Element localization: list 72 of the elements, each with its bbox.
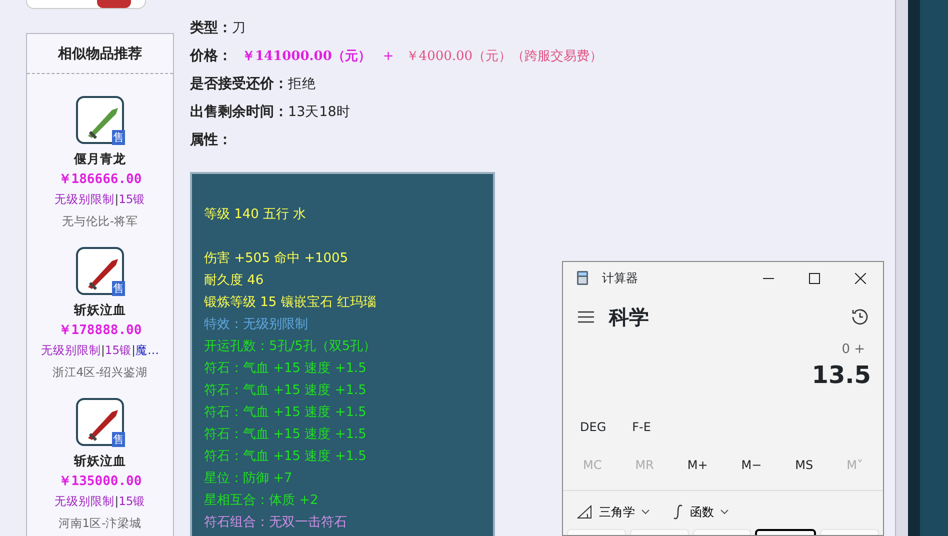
fee-value: ￥4000.00（元）（跨服交易费）	[406, 48, 603, 66]
attribute-line: 特效：无级别限制	[204, 316, 309, 334]
field-label: 出售剩余时间：	[190, 103, 288, 122]
item-tag: 15锻	[118, 192, 146, 206]
item-tag: |	[101, 343, 105, 358]
mode-toggle[interactable]: F-E	[632, 418, 651, 436]
display-value: 13.5	[810, 360, 872, 390]
memory-button[interactable]: M+	[685, 454, 710, 476]
item-name[interactable]: 斩妖泣血	[74, 452, 126, 471]
item-tag: 15锻	[104, 343, 132, 358]
attribute-line: 符石：气血 +15 速度 +1.5	[204, 448, 368, 466]
item-tag: 魔…	[135, 343, 159, 358]
item-thumbnail[interactable]: 售	[76, 247, 124, 295]
attribute-line: 锻炼等级 15 镶嵌宝石 红玛瑙	[204, 294, 377, 312]
chevron-down-icon	[641, 508, 650, 514]
field-label: 属性：	[190, 131, 232, 150]
attribute-line: 符石：气血 +15 速度 +1.5	[204, 382, 368, 400]
sale-badge: 售	[112, 281, 125, 296]
item-tag: 无级别限制	[41, 343, 102, 358]
sale-badge: 售	[112, 432, 125, 447]
item-price: ￥178888.00	[58, 322, 142, 340]
field-label: 价格：	[190, 47, 232, 66]
expression-text: 0 +	[840, 341, 866, 359]
mode-toggle[interactable]: DEG	[580, 418, 606, 436]
attribute-line: 耐久度 46	[204, 272, 265, 290]
attribute-line: 星位：防御 +7	[204, 470, 294, 488]
item-tag: 15锻	[118, 494, 146, 508]
item-tag: 无级别限制	[54, 192, 115, 206]
field-label: 是否接受还价：	[190, 75, 288, 94]
attribute-line: 符石：气血 +15 速度 +1.5	[204, 426, 368, 444]
server-name: 浙江4区-绍兴鉴湖	[52, 364, 148, 380]
server-name: 河南1区-汴梁城	[58, 514, 142, 532]
memory-button[interactable]: MS	[793, 454, 816, 476]
item-thumbnail[interactable]: 售	[76, 398, 124, 446]
item-tag: |	[114, 192, 119, 206]
menu-icon[interactable]	[577, 310, 595, 324]
attribute-line: 开运孔数：5孔/5孔（双5孔）	[204, 338, 378, 356]
attribute-line: 符石：气血 +15 速度 +1.5	[204, 404, 368, 422]
item-name[interactable]: 偃月青龙	[74, 150, 126, 169]
item-name[interactable]: 斩妖泣血	[74, 301, 126, 320]
window-title: 计算器	[602, 270, 639, 287]
sale-badge: 售	[112, 130, 125, 145]
attribute-line: 伤害 +505 命中 +1005	[204, 250, 350, 268]
maximize-icon	[808, 272, 820, 284]
attribute-line: 星相互合：体质 +2	[204, 492, 320, 510]
attribute-line: 符石：气血 +15 速度 +1.5	[204, 360, 368, 378]
mode-title: 科学	[609, 304, 650, 331]
attribute-line: 等级 140 五行 水	[204, 206, 308, 224]
field-value: 刀	[232, 19, 246, 38]
triangle-icon	[577, 504, 593, 518]
plus-sign: +	[382, 48, 394, 66]
panel-title: 相似物品推荐	[27, 34, 173, 74]
server-name: 无与伦比-将军	[62, 212, 138, 230]
item-tag: |	[114, 494, 119, 508]
function-icon	[672, 504, 684, 520]
field-value: 拒绝	[288, 75, 316, 94]
chevron-down-icon	[720, 508, 729, 514]
history-icon[interactable]	[851, 308, 869, 326]
item-tag: |	[132, 343, 136, 358]
attribute-line: 符石组合：无双一击符石	[204, 514, 348, 532]
dropdown-button[interactable]: 三角学	[577, 502, 650, 520]
memory-button[interactable]: M−	[739, 454, 764, 476]
item-price: ￥135000.00	[58, 472, 142, 491]
dropdown-button[interactable]: 函数	[672, 502, 729, 520]
field-value: 13天18时	[288, 103, 350, 122]
calculator-icon	[577, 271, 588, 285]
field-label: 类型：	[190, 19, 232, 38]
item-thumbnail[interactable]: 售	[76, 96, 124, 144]
close-icon	[854, 272, 866, 284]
item-price: ￥186666.00	[58, 170, 142, 189]
item-tag: 无级别限制	[54, 494, 115, 508]
price-value: ￥141000.00（元）	[242, 48, 371, 66]
